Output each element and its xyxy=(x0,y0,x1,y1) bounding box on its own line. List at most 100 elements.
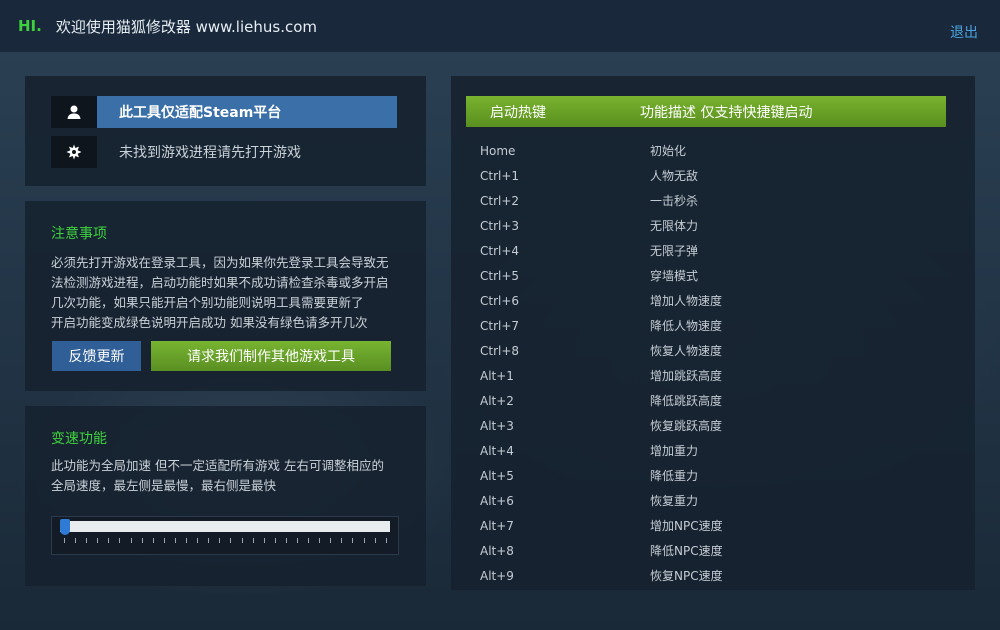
slider-tick xyxy=(141,538,143,543)
hotkey-row: Alt+6 恢复重力 xyxy=(480,488,940,513)
app-title: 欢迎使用猫狐修改器 www.liehus.com xyxy=(55,17,318,36)
slider-tick xyxy=(230,538,232,543)
hotkey-row: Ctrl+7 降低人物速度 xyxy=(480,313,940,338)
hotkey-key: Ctrl+3 xyxy=(480,218,520,233)
hotkey-row: Ctrl+5 穿墙模式 xyxy=(480,263,940,288)
hotkey-key: Alt+3 xyxy=(480,418,514,433)
notice-line: 必须先打开游戏在登录工具，因为如果你先登录工具会导致无 xyxy=(51,255,389,270)
slider-tick xyxy=(252,538,254,543)
hotkey-desc: 增加NPC速度 xyxy=(650,519,723,533)
slider-ticks xyxy=(64,538,387,544)
slider-tick xyxy=(263,538,265,543)
hotkey-row: Ctrl+1 人物无敌 xyxy=(480,163,940,188)
slider-tick xyxy=(285,538,287,543)
logout-link[interactable]: 退出 xyxy=(950,22,978,42)
process-status: 未找到游戏进程请先打开游戏 xyxy=(119,145,301,161)
notice-panel: 注意事项 必须先打开游戏在登录工具，因为如果你先登录工具会导致无 法检测游戏进程… xyxy=(25,201,426,391)
slider-tick xyxy=(308,538,310,543)
hotkey-key: Ctrl+1 xyxy=(480,168,520,183)
hotkey-header: 启动热键 功能描述 仅支持快捷键启动 xyxy=(466,96,946,127)
request-tool-button[interactable]: 请求我们制作其他游戏工具 xyxy=(151,341,391,371)
slider-tick xyxy=(174,538,176,543)
hotkey-row: Alt+5 降低重力 xyxy=(480,463,940,488)
hotkey-col-desc: 功能描述 仅支持快捷键启动 xyxy=(640,104,813,121)
hotkey-desc: 无限体力 xyxy=(650,219,699,233)
hotkey-desc: 增加跳跃高度 xyxy=(650,369,723,383)
hotkey-row: Ctrl+4 无限子弹 xyxy=(480,238,940,263)
speed-text: 此功能为全局加速 但不一定适配所有游戏 左右可调整相应的 全局速度，最左侧是最慢… xyxy=(51,456,411,496)
process-row: 未找到游戏进程请先打开游戏 xyxy=(51,136,301,168)
slider-tick xyxy=(241,538,243,543)
hotkey-desc: 恢复跳跃高度 xyxy=(650,419,723,433)
hotkey-row: Ctrl+2 一击秒杀 xyxy=(480,188,940,213)
hotkey-desc: 初始化 xyxy=(650,144,687,158)
hotkey-key: Alt+8 xyxy=(480,543,514,558)
speed-panel: 变速功能 此功能为全局加速 但不一定适配所有游戏 左右可调整相应的 全局速度，最… xyxy=(25,406,426,586)
speed-title: 变速功能 xyxy=(51,431,107,447)
hotkey-key: Ctrl+2 xyxy=(480,193,520,208)
hotkey-row: Alt+4 增加重力 xyxy=(480,438,940,463)
hotkey-row: Alt+7 增加NPC速度 xyxy=(480,513,940,538)
title-bar: HI. 欢迎使用猫狐修改器 www.liehus.com 退出 xyxy=(0,0,1000,52)
hotkey-key: Ctrl+4 xyxy=(480,243,520,258)
hotkey-desc: 恢复人物速度 xyxy=(650,344,723,358)
hotkey-desc: 增加重力 xyxy=(650,444,699,458)
slider-tick xyxy=(119,538,121,543)
slider-tick xyxy=(152,538,154,543)
hotkey-row: Ctrl+8 恢复人物速度 xyxy=(480,338,940,363)
platform-label: 此工具仅适配Steam平台 xyxy=(97,96,397,128)
hotkey-key: Alt+2 xyxy=(480,393,514,408)
hotkey-row: Home 初始化 xyxy=(480,138,940,163)
greeting: HI. xyxy=(18,17,42,35)
slider-tick xyxy=(330,538,332,543)
user-icon xyxy=(51,96,97,128)
hotkey-desc: 降低跳跃高度 xyxy=(650,394,723,408)
hotkey-row: Alt+9 恢复NPC速度 xyxy=(480,563,940,588)
hotkey-desc: 无限子弹 xyxy=(650,244,699,258)
hotkey-desc: 增加人物速度 xyxy=(650,294,723,308)
slider-tick xyxy=(208,538,210,543)
hotkey-row: Alt+2 降低跳跃高度 xyxy=(480,388,940,413)
slider-tick xyxy=(385,538,387,543)
notice-line: 法检测游戏进程，启动功能时如果不成功请检查杀毒或多开启 xyxy=(51,275,389,290)
speed-slider[interactable] xyxy=(51,516,399,555)
slider-thumb[interactable] xyxy=(60,519,70,535)
slider-tick xyxy=(64,538,65,543)
hotkey-panel: 启动热键 功能描述 仅支持快捷键启动 Home 初始化 Ctrl+1 人物无敌 Ctrl… xyxy=(451,76,975,590)
slider-tick xyxy=(341,538,343,543)
hotkey-desc: 降低NPC速度 xyxy=(650,544,723,558)
slider-tick xyxy=(197,538,199,543)
speed-line: 此功能为全局加速 但不一定适配所有游戏 左右可调整相应的 xyxy=(51,458,384,473)
speed-line: 全局速度，最左侧是最慢，最右侧是最快 xyxy=(51,478,277,493)
hotkey-key: Alt+4 xyxy=(480,443,514,458)
hotkey-key: Ctrl+7 xyxy=(480,318,520,333)
hotkey-desc: 人物无敌 xyxy=(650,169,699,183)
slider-tick xyxy=(352,538,354,543)
slider-tick xyxy=(75,538,77,543)
platform-row: 此工具仅适配Steam平台 xyxy=(51,96,397,128)
hotkey-row: Alt+8 降低NPC速度 xyxy=(480,538,940,563)
hotkey-row: Ctrl+6 增加人物速度 xyxy=(480,288,940,313)
slider-tick xyxy=(374,538,376,543)
status-panel: 此工具仅适配Steam平台 未找到游戏进程请先打开游戏 xyxy=(25,76,426,186)
hotkey-desc: 一击秒杀 xyxy=(650,194,699,208)
hotkey-desc: 降低重力 xyxy=(650,469,699,483)
notice-title: 注意事项 xyxy=(51,226,107,242)
slider-tick xyxy=(363,538,365,543)
notice-text: 必须先打开游戏在登录工具，因为如果你先登录工具会导致无 法检测游戏进程，启动功能… xyxy=(51,253,411,333)
slider-track[interactable] xyxy=(60,521,390,532)
hotkey-key: Alt+1 xyxy=(480,368,514,383)
hotkey-key: Alt+6 xyxy=(480,493,514,508)
hotkey-col-key: 启动热键 xyxy=(490,104,546,121)
hotkey-row: Ctrl+3 无限体力 xyxy=(480,213,940,238)
hotkey-key: Ctrl+5 xyxy=(480,268,520,283)
gear-icon xyxy=(51,136,97,168)
feedback-button[interactable]: 反馈更新 xyxy=(52,341,141,371)
slider-tick xyxy=(108,538,110,543)
hotkey-key: Alt+5 xyxy=(480,468,514,483)
slider-tick xyxy=(130,538,132,543)
slider-tick xyxy=(219,538,221,543)
hotkey-key: Ctrl+8 xyxy=(480,343,520,358)
hotkey-key: Alt+9 xyxy=(480,568,514,583)
slider-tick xyxy=(163,538,165,543)
